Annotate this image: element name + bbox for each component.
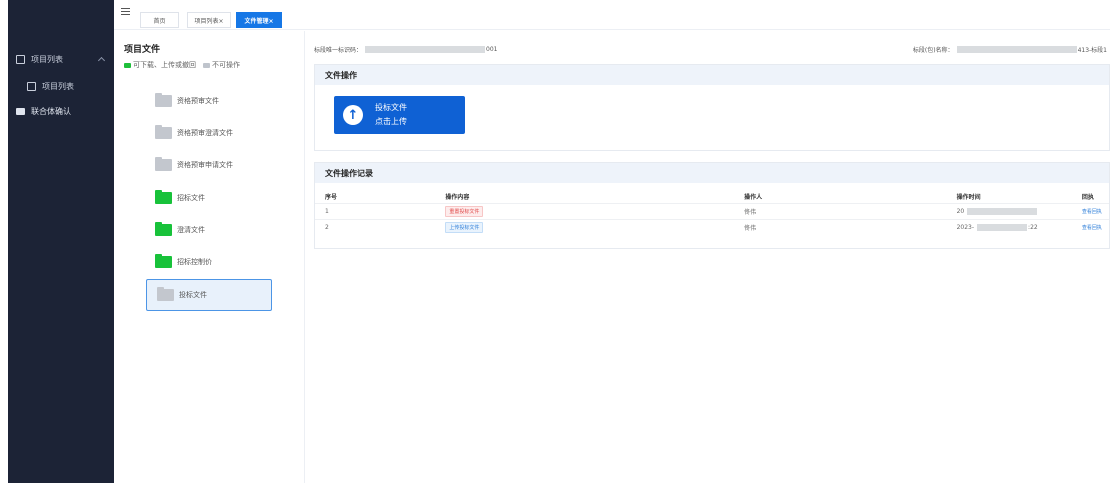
- folder-icon: [16, 54, 25, 64]
- upload-line1: 投标文件: [375, 103, 407, 112]
- view-receipt-link[interactable]: 查看回执: [1082, 209, 1102, 215]
- redacted-block: [365, 46, 486, 53]
- row-operator: 佟伟: [744, 202, 957, 219]
- sidebar-item-label: 项目列表: [31, 54, 63, 64]
- sidebar-item-label: 项目列表: [42, 81, 74, 91]
- time-suffix: :22: [1028, 223, 1038, 231]
- folder-label: 资格预审申请文件: [177, 161, 233, 169]
- col-time: 操作时间: [956, 193, 981, 201]
- row-no: 1: [315, 202, 446, 219]
- tab-file-management[interactable]: 文件管理×: [236, 12, 282, 28]
- card-title: 文件操作记录: [315, 163, 1109, 183]
- chevron-up-icon: [97, 56, 106, 65]
- legend-available: 可下载、上传或撤回: [133, 61, 196, 69]
- row-receipt-cell[interactable]: 查看回执: [1081, 218, 1109, 235]
- folder-item[interactable]: 招标控制价: [155, 253, 212, 271]
- row-operator: 佟伟: [744, 218, 957, 235]
- sidebar-item-project-list-group[interactable]: 项目列表: [8, 48, 114, 70]
- folder-label: 招标文件: [177, 194, 205, 202]
- time-prefix: 2023-: [956, 223, 975, 231]
- folder-panel: 项目文件 可下载、上传或撤回 不可操作 资格预审文件 资格预审澄清文件 资格预审…: [114, 31, 305, 483]
- menu-toggle-icon[interactable]: [121, 8, 130, 16]
- folder-icon: [155, 254, 172, 268]
- col-receipt: 回执: [1081, 193, 1094, 201]
- time-prefix: 20: [956, 207, 965, 215]
- redacted-block: [956, 46, 1077, 53]
- gray-swatch-icon: [203, 62, 210, 68]
- section-name-suffix: 413-标段1: [1077, 47, 1107, 54]
- folder-icon: [155, 157, 172, 171]
- row-receipt-cell[interactable]: 查看回执: [1081, 202, 1109, 219]
- tab-project-list[interactable]: 项目列表×: [187, 12, 231, 28]
- col-no: 序号: [325, 193, 338, 201]
- folder-item[interactable]: 资格预审澄清文件: [155, 124, 233, 142]
- folder-icon: [155, 190, 172, 204]
- tab-bar: 首页 项目列表× 文件管理×: [114, 0, 1110, 30]
- folder-icon: [155, 125, 172, 139]
- table-header-row: 序号 操作内容 操作人 操作时间 回执: [315, 190, 1109, 203]
- time-value: 2023- :22: [956, 223, 1082, 231]
- main-content: 标段唯一标识码： 001 标段(包)名称： 413-标段1 文件操作 ↑ 投标文…: [306, 31, 1110, 483]
- table-row: 1 重置投标文件 佟伟 20 查看回执: [315, 202, 1109, 219]
- row-time-cell: 20: [956, 202, 1082, 219]
- sidebar-item-consortium-confirm[interactable]: 联合体确认: [8, 100, 114, 122]
- folder-label: 资格预审澄清文件: [177, 129, 233, 137]
- view-receipt-link[interactable]: 查看回执: [1082, 225, 1102, 231]
- upload-line2: 点击上传: [375, 117, 407, 126]
- file-operations-card: 文件操作 ↑ 投标文件 点击上传: [314, 64, 1110, 151]
- green-swatch-icon: [124, 62, 131, 68]
- table-row: 2 上传投标文件 佟伟 2023- :22 查看回执: [315, 218, 1109, 235]
- folder-item[interactable]: 招标文件: [155, 189, 205, 207]
- folder-icon: [155, 93, 172, 107]
- app-root: 项目列表 项目列表 联合体确认 首页 项目列表× 文件管理× 项目文件 可下载、…: [0, 0, 1110, 483]
- folder-label: 澄清文件: [177, 226, 205, 234]
- status-badge: 重置投标文件: [445, 205, 484, 217]
- sidebar: 项目列表 项目列表 联合体确认: [8, 0, 114, 483]
- legend-unavailable: 不可操作: [212, 61, 240, 69]
- folder-icon: [157, 287, 174, 301]
- folder-icon: [27, 81, 36, 91]
- redacted-block: [967, 207, 1038, 215]
- folder-label: 招标控制价: [177, 258, 212, 266]
- redacted-block: [977, 223, 1028, 231]
- folder-label: 资格预审文件: [177, 97, 219, 105]
- upload-bid-file-button[interactable]: ↑ 投标文件 点击上传: [334, 96, 465, 134]
- folder-label: 投标文件: [179, 291, 207, 299]
- sidebar-item-project-list[interactable]: 项目列表: [8, 75, 114, 97]
- chat-icon: [16, 107, 25, 115]
- folder-item-selected[interactable]: 投标文件: [146, 279, 272, 311]
- sidebar-item-label: 联合体确认: [31, 106, 71, 116]
- file-operation-log-card: 文件操作记录 序号 操作内容 操作人 操作时间 回执 1 重置投标文件 佟伟 2…: [314, 162, 1110, 249]
- col-operator: 操作人: [744, 193, 763, 201]
- legend: 可下载、上传或撤回 不可操作: [124, 60, 240, 70]
- row-no: 2: [315, 218, 446, 235]
- card-title: 文件操作: [315, 65, 1109, 85]
- section-id-label: 标段唯一标识码：: [314, 47, 363, 54]
- folder-item[interactable]: 资格预审申请文件: [155, 156, 233, 174]
- status-badge: 上传投标文件: [445, 221, 484, 233]
- time-value: 20: [956, 207, 1082, 215]
- col-action: 操作内容: [445, 193, 470, 201]
- row-action-cell: 上传投标文件: [445, 218, 745, 235]
- tab-home[interactable]: 首页: [140, 12, 179, 28]
- section-id-suffix: 001: [486, 46, 498, 53]
- upload-button-text: 投标文件 点击上传: [375, 101, 407, 129]
- folder-icon: [155, 222, 172, 236]
- folder-item[interactable]: 资格预审文件: [155, 92, 219, 110]
- log-table: 序号 操作内容 操作人 操作时间 回执 1 重置投标文件 佟伟 20 查看回执 …: [315, 190, 1109, 235]
- section-id-line: 标段唯一标识码： 001: [314, 45, 497, 54]
- section-name-line: 标段(包)名称： 413-标段1: [913, 45, 1107, 54]
- arrow-up-icon: ↑: [343, 105, 363, 125]
- row-time-cell: 2023- :22: [956, 218, 1082, 235]
- row-action-cell: 重置投标文件: [445, 202, 745, 219]
- section-name-label: 标段(包)名称：: [912, 47, 954, 54]
- panel-title: 项目文件: [124, 45, 161, 55]
- folder-item[interactable]: 澄清文件: [155, 221, 205, 239]
